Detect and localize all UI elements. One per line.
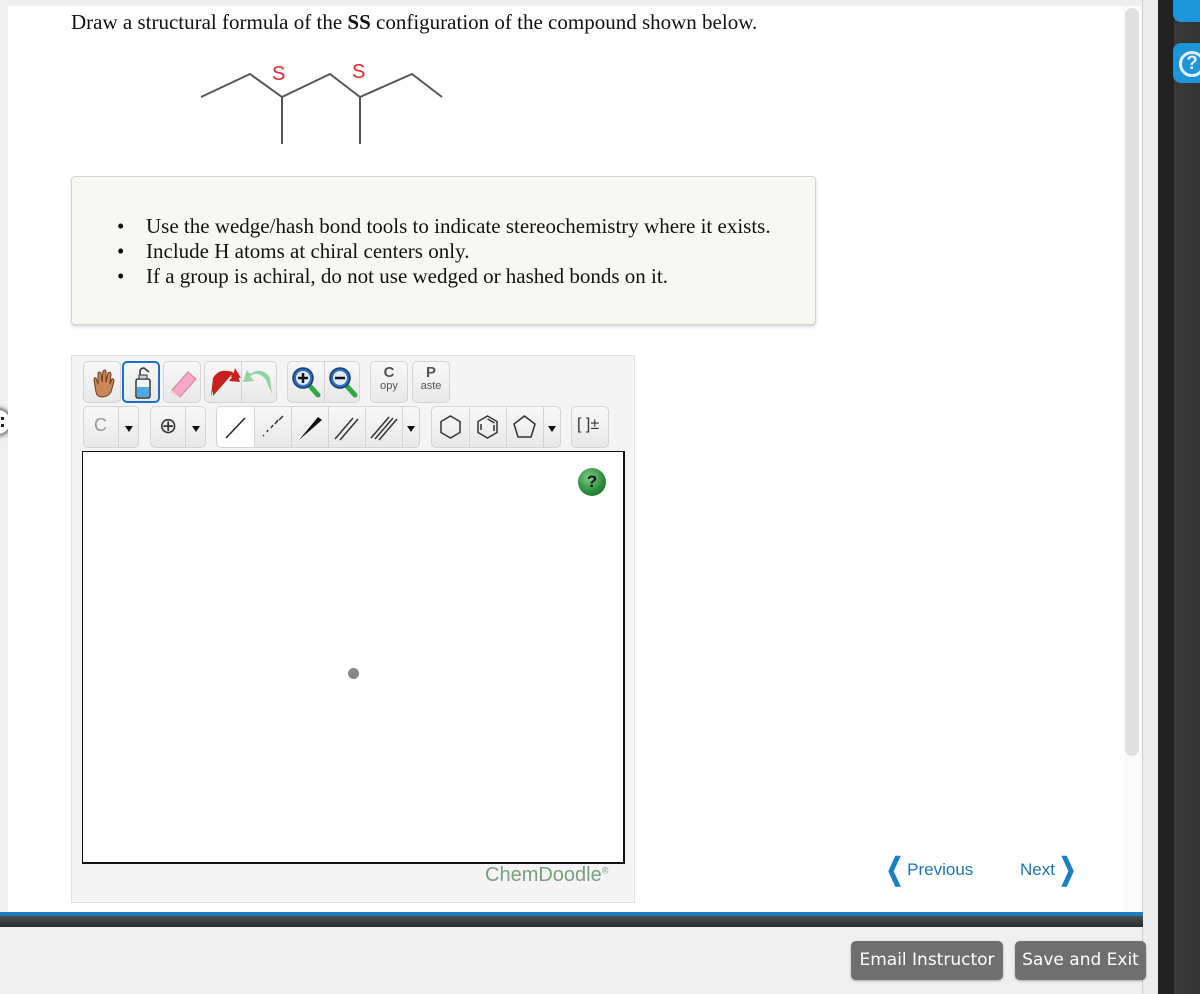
canvas-cursor-dot bbox=[348, 668, 359, 679]
previous-label: Previous bbox=[907, 860, 974, 879]
footer-dark-bar bbox=[0, 916, 1143, 927]
instruction-item: Use the wedge/hash bond tools to indicat… bbox=[117, 214, 771, 239]
instruction-item: Include H atoms at chiral centers only. bbox=[117, 239, 771, 264]
cyclopentane-icon[interactable] bbox=[506, 407, 543, 449]
instructions-box: Use the wedge/hash bond tools to indicat… bbox=[71, 176, 816, 325]
question-prefix: Draw a structural formula of the bbox=[71, 10, 348, 34]
copy-button[interactable]: C opy bbox=[370, 361, 408, 403]
previous-button[interactable]: ❮ Previous bbox=[882, 853, 974, 886]
bracket-charge-button[interactable]: [ ]± bbox=[571, 406, 609, 448]
email-instructor-button[interactable]: Email Instructor bbox=[851, 941, 1003, 980]
stereo-label-1: S bbox=[272, 63, 285, 85]
ring-tools-group bbox=[431, 406, 561, 448]
undo-redo-group bbox=[204, 361, 277, 403]
chevron-down-icon[interactable] bbox=[544, 407, 562, 449]
gutter bbox=[1142, 0, 1158, 994]
paste-small: aste bbox=[420, 380, 442, 392]
bond-tools-group bbox=[216, 406, 420, 448]
eraser-tool-button[interactable] bbox=[163, 361, 201, 403]
redo-icon[interactable] bbox=[242, 362, 278, 404]
copy-big: C bbox=[383, 364, 395, 381]
copy-label: C opy bbox=[371, 364, 407, 392]
atom-label: C bbox=[94, 415, 107, 435]
chevron-down-icon[interactable] bbox=[120, 407, 140, 449]
side-help-button[interactable]: ? bbox=[1173, 43, 1200, 83]
charge-plus-icon: ⊕ bbox=[159, 413, 178, 438]
eraser-icon bbox=[170, 371, 197, 398]
chevron-down-icon[interactable] bbox=[187, 407, 207, 449]
chemdoodle-logo: ChemDoodle® bbox=[485, 864, 608, 887]
charge-selector[interactable]: ⊕ bbox=[150, 406, 206, 448]
hand-icon bbox=[93, 369, 115, 398]
question-suffix: configuration of the compound shown belo… bbox=[370, 10, 758, 34]
undo-icon[interactable] bbox=[205, 362, 243, 404]
registered-mark: ® bbox=[601, 865, 609, 876]
question-config: SS bbox=[347, 10, 371, 34]
paste-button[interactable]: P aste bbox=[412, 361, 450, 403]
copy-small: opy bbox=[380, 380, 398, 392]
brand-text: ChemDoodle bbox=[485, 864, 602, 886]
instructions-list: Use the wedge/hash bond tools to indicat… bbox=[117, 214, 771, 289]
zoom-out-icon[interactable] bbox=[325, 362, 361, 404]
hand-tool-button[interactable] bbox=[83, 361, 121, 403]
save-and-exit-button[interactable]: Save and Exit bbox=[1015, 941, 1146, 980]
bracket-icon: [ ]± bbox=[577, 416, 600, 433]
zoom-group bbox=[287, 361, 360, 403]
question-mark-icon: ? bbox=[586, 472, 598, 491]
skeletal-bonds bbox=[200, 72, 443, 144]
single-bond-icon[interactable] bbox=[217, 407, 254, 449]
paste-label: P aste bbox=[413, 364, 449, 392]
double-bond-icon[interactable] bbox=[328, 407, 365, 449]
side-tool-button[interactable] bbox=[1173, 0, 1200, 22]
cyclohexane-icon[interactable] bbox=[432, 407, 469, 449]
benzene-icon[interactable] bbox=[469, 407, 506, 449]
paste-big: P bbox=[425, 364, 436, 381]
instruction-item: If a group is achiral, do not use wedged… bbox=[117, 264, 771, 289]
chevron-left-icon: ❮ bbox=[885, 853, 904, 886]
question-prompt: Draw a structural formula of the SS conf… bbox=[71, 10, 757, 35]
triple-bond-icon[interactable] bbox=[365, 407, 402, 449]
main-chain bbox=[200, 72, 443, 99]
next-button[interactable]: Next ❯ bbox=[1020, 853, 1080, 886]
lasso-tool-button[interactable] bbox=[122, 361, 160, 403]
scrollbar-thumb[interactable] bbox=[1125, 8, 1139, 756]
editor-help-button[interactable]: ? bbox=[578, 468, 606, 496]
molecule-structure: S S bbox=[200, 61, 443, 144]
chevron-down-icon[interactable] bbox=[403, 407, 421, 449]
zoom-in-icon[interactable] bbox=[288, 362, 324, 404]
wash-bottle-icon bbox=[135, 367, 151, 399]
atom-selector[interactable]: C bbox=[83, 406, 139, 448]
chevron-right-icon: ❯ bbox=[1058, 853, 1077, 886]
hashed-bond-icon[interactable] bbox=[254, 407, 291, 449]
side-panel bbox=[1158, 0, 1200, 994]
help-icon: ? bbox=[1179, 51, 1200, 77]
next-label: Next bbox=[1020, 860, 1055, 879]
wedge-bond-icon[interactable] bbox=[291, 407, 328, 449]
stereo-label-2: S bbox=[352, 61, 365, 83]
drawing-canvas[interactable] bbox=[82, 451, 625, 864]
